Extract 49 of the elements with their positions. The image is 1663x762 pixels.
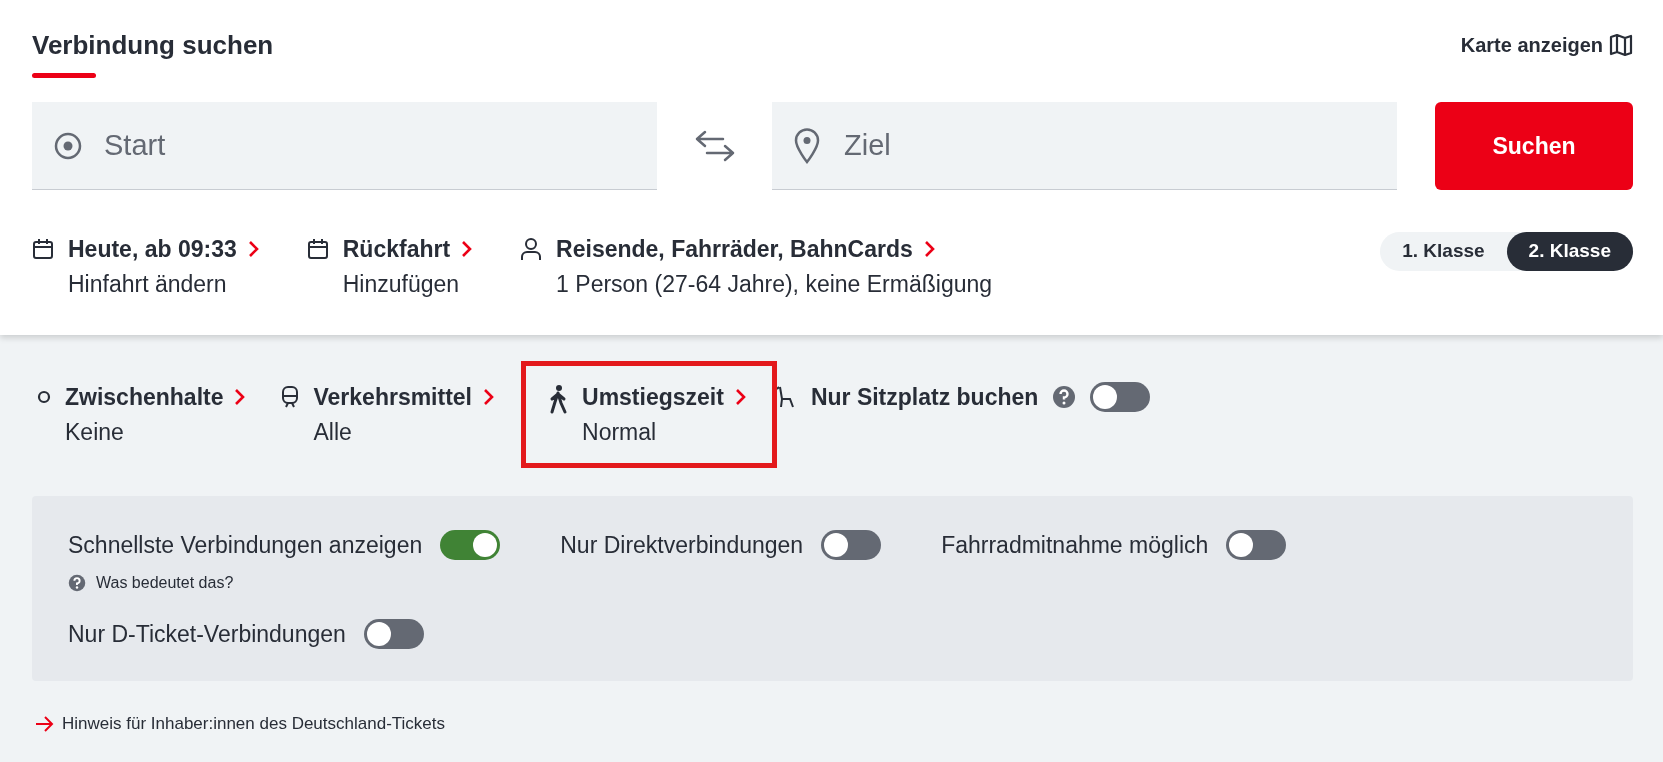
class-tab[interactable]: 1. Klasse [1380,232,1507,271]
calendar-icon [32,237,54,260]
chevron-right-icon [246,240,259,259]
arrow-right-icon [34,715,54,732]
page-title: Verbindung suchen [32,30,274,62]
show-map-link[interactable]: Karte anzeigen [1460,30,1633,60]
chevron-right-icon [482,388,494,407]
option-value: Hinzufügen [342,269,461,299]
help-icon[interactable] [68,573,86,592]
toggle-switch[interactable] [1226,530,1287,561]
option-value: Normal [582,417,658,447]
option-link[interactable]: Zwischenhalte [65,380,246,415]
stop-circle-icon [37,389,51,404]
filter-label: Schnellste Verbindungen anzeigen [68,531,423,561]
walking-person-icon [548,384,568,415]
option-link[interactable]: Verkehrsmittel [313,380,494,415]
seat-only-label: Nur Sitzplatz buchen [810,383,1039,413]
option-value: Keine [65,417,125,447]
filter-label: Nur Direktverbindungen [560,531,804,561]
help-icon[interactable] [1052,385,1077,410]
search-button[interactable]: Suchen [1435,102,1633,191]
help-link[interactable]: Was bedeutet das? [96,570,234,595]
option-link[interactable]: Umstiegszeit [582,380,746,415]
seat-icon [776,385,797,410]
start-field[interactable]: Start [32,102,657,191]
toggle-switch[interactable] [363,618,424,649]
option-value: 1 Person (27-64 Jahre), keine Ermäßigung [556,269,993,299]
hint-link[interactable]: Hinweis für Inhaber:innen des Deutschland-Tickets [62,711,445,737]
calendar-icon [306,237,329,260]
filter-label: Nur D-Ticket-Verbindungen [68,619,346,649]
chevron-right-icon [922,240,935,259]
filter-label: Fahrradmitnahme möglich [941,531,1209,561]
toggle-switch[interactable] [1090,382,1151,413]
option-link[interactable]: Reisende, Fahrräder, BahnCards [556,232,935,267]
train-icon [281,384,300,409]
active-tab-underline [32,73,96,79]
option-link[interactable]: Heute, ab 09:33 [68,232,259,267]
chevron-right-icon [460,240,473,259]
destination-field[interactable]: Ziel [772,102,1397,191]
chevron-right-icon [233,388,246,407]
class-tab[interactable]: 2. Klasse [1506,232,1633,271]
map-icon [1609,33,1633,57]
option-link[interactable]: Rückfahrt [342,232,473,267]
toggle-switch[interactable] [440,530,501,561]
option-value: Alle [313,417,353,447]
person-icon [520,236,543,261]
option-value: Hinfahrt ändern [68,269,228,299]
chevron-right-icon [733,388,746,407]
toggle-switch[interactable] [821,530,882,561]
